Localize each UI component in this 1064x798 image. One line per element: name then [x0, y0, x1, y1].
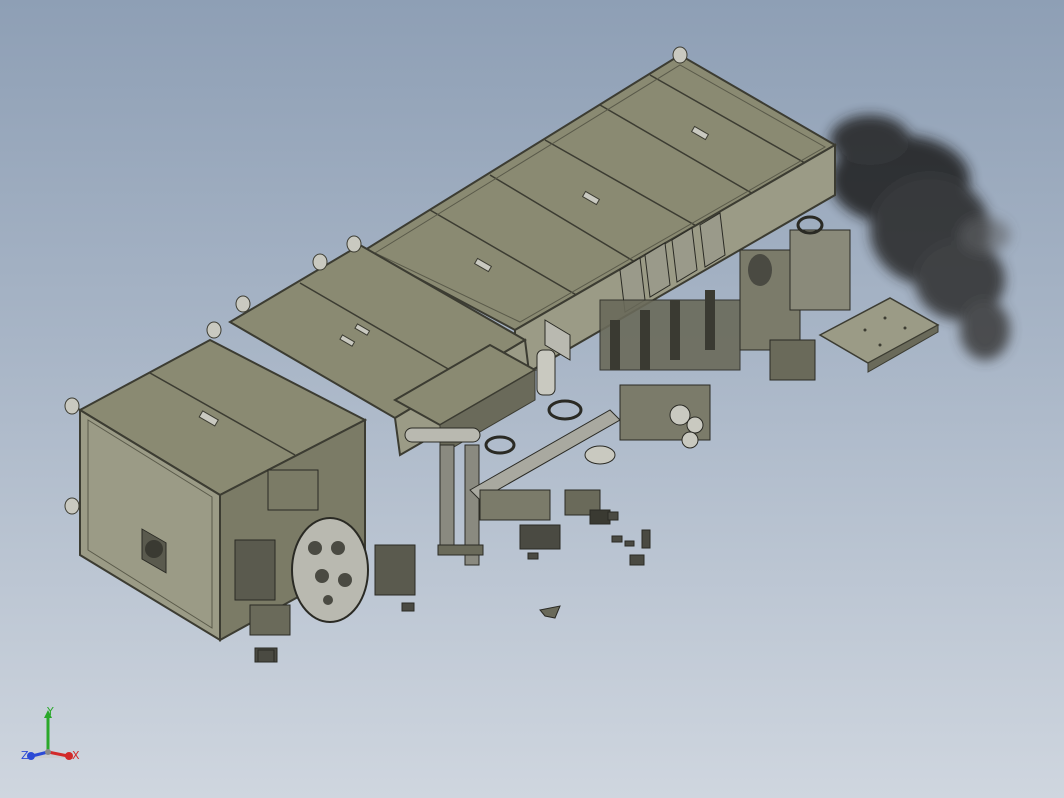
y-axis-label: Y [47, 705, 54, 718]
z-axis-label: Z [21, 749, 29, 762]
machine-model[interactable] [0, 0, 1064, 798]
x-axis-label: X [72, 749, 80, 762]
cad-viewport[interactable]: Y Z X [0, 0, 1064, 798]
